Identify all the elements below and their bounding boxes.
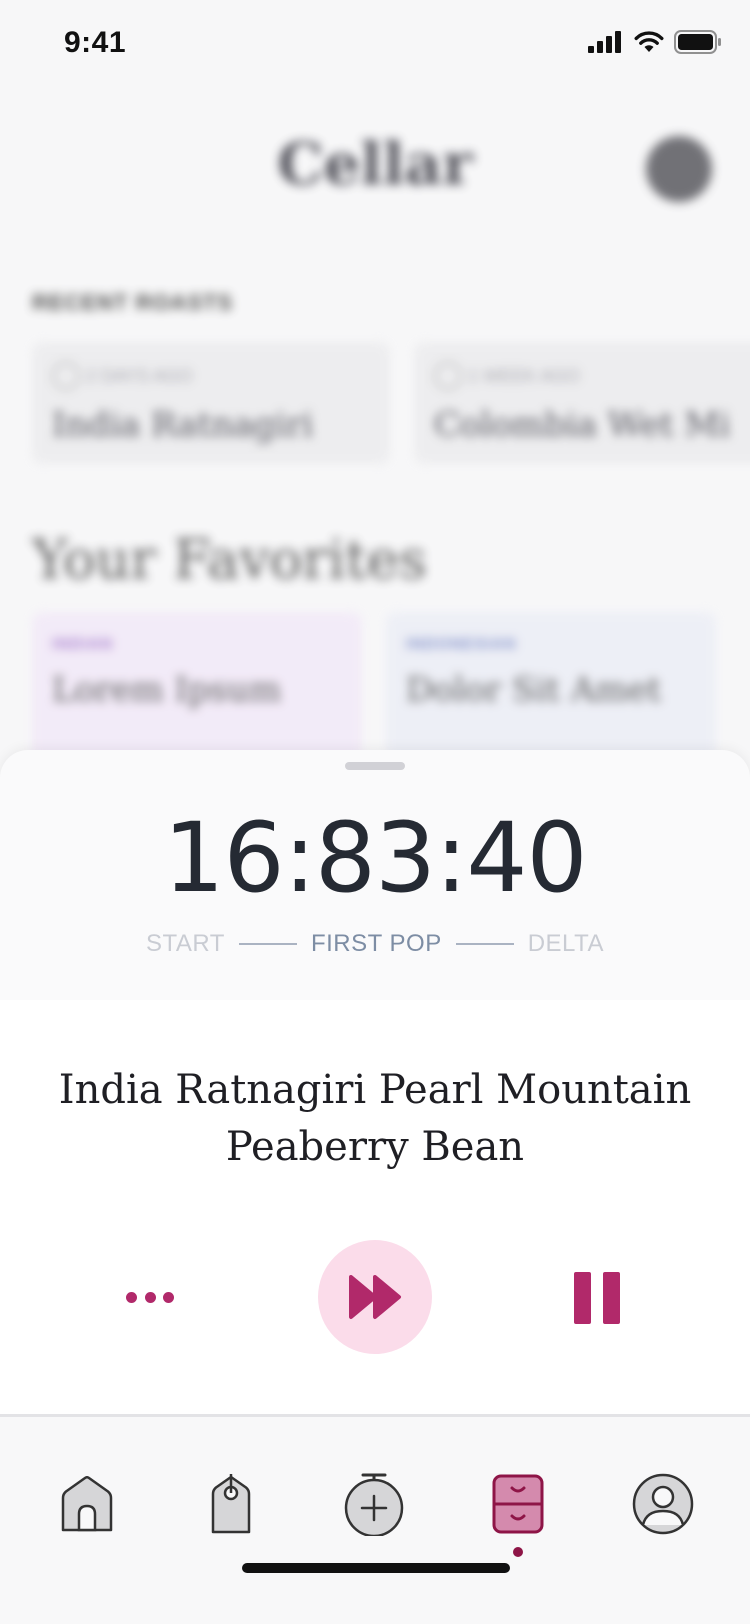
recent-roast-card[interactable]: 1 WEEK AGO Colombia Wet Mi [414, 342, 750, 464]
status-time: 9:41 [64, 26, 127, 59]
signal-icon [588, 31, 621, 53]
phase-delta[interactable]: DELTA [528, 930, 604, 958]
recent-roasts-label: RECENT ROASTS [32, 290, 234, 315]
wifi-icon [634, 31, 664, 52]
tab-cellar[interactable] [483, 1469, 553, 1539]
tag-icon [211, 1474, 251, 1534]
favorite-name: Dolor Sit Amet [406, 670, 662, 710]
favorite-name: Lorem Ipsum [52, 670, 282, 710]
more-icon [126, 1291, 174, 1303]
recent-roast-date: 1 WEEK AGO [434, 362, 750, 390]
roast-sheet: 16:83:40 START FIRST POP DELTA India Rat… [0, 750, 750, 1624]
pause-icon [574, 1272, 591, 1324]
home-indicator [242, 1563, 510, 1573]
avatar[interactable] [646, 136, 712, 202]
phase-divider [238, 943, 297, 945]
profile-icon [632, 1473, 694, 1535]
tab-tags[interactable] [196, 1469, 266, 1539]
tab-new-roast[interactable] [339, 1469, 409, 1539]
favorite-origin: INDIAN [52, 636, 114, 653]
stopwatch-plus-icon [344, 1473, 404, 1536]
favorites-title: Your Favorites [32, 528, 427, 591]
favorite-card[interactable]: INDIAN Lorem Ipsum [32, 612, 362, 762]
roast-controls [0, 1240, 750, 1354]
battery-icon [674, 30, 721, 54]
screen: 9:41 Cellar RECENT ROASTS 2 DAYS AGO Ind… [0, 0, 750, 1624]
active-tab-indicator [513, 1547, 523, 1557]
tab-profile[interactable] [628, 1469, 698, 1539]
cabinet-icon [492, 1474, 544, 1534]
fast-forward-button[interactable] [318, 1240, 432, 1354]
recent-roast-name: India Ratnagiri [52, 405, 314, 445]
phase-first-pop[interactable]: FIRST POP [311, 930, 442, 958]
tab-bar [0, 1414, 750, 1624]
background-content: Cellar RECENT ROASTS 2 DAYS AGO India Ra… [0, 92, 750, 762]
recent-roast-card[interactable]: 2 DAYS AGO India Ratnagiri [32, 342, 390, 464]
app-title: Cellar [277, 130, 473, 198]
phase-divider [455, 943, 514, 945]
more-button[interactable] [126, 1284, 174, 1310]
roast-timer: 16:83:40 [163, 802, 587, 914]
status-bar: 9:41 [0, 0, 750, 92]
home-icon [61, 1476, 113, 1532]
pause-button[interactable] [574, 1272, 620, 1324]
phase-start[interactable]: START [146, 930, 225, 958]
sheet-grabber[interactable] [345, 762, 405, 770]
tab-home[interactable] [52, 1469, 122, 1539]
recent-roast-date: 2 DAYS AGO [52, 362, 370, 390]
roast-phases: START FIRST POP DELTA [0, 930, 750, 958]
status-icons [588, 30, 722, 54]
favorite-origin: INDONESIAN [406, 636, 517, 653]
recent-roast-name: Colombia Wet Mi [434, 405, 731, 445]
roast-detail: India Ratnagiri Pearl Mountain Peaberry … [0, 1000, 750, 1414]
favorite-card[interactable]: INDONESIAN Dolor Sit Amet [386, 612, 716, 762]
fast-forward-icon [349, 1275, 401, 1319]
bean-name: India Ratnagiri Pearl Mountain Peaberry … [58, 1067, 692, 1170]
